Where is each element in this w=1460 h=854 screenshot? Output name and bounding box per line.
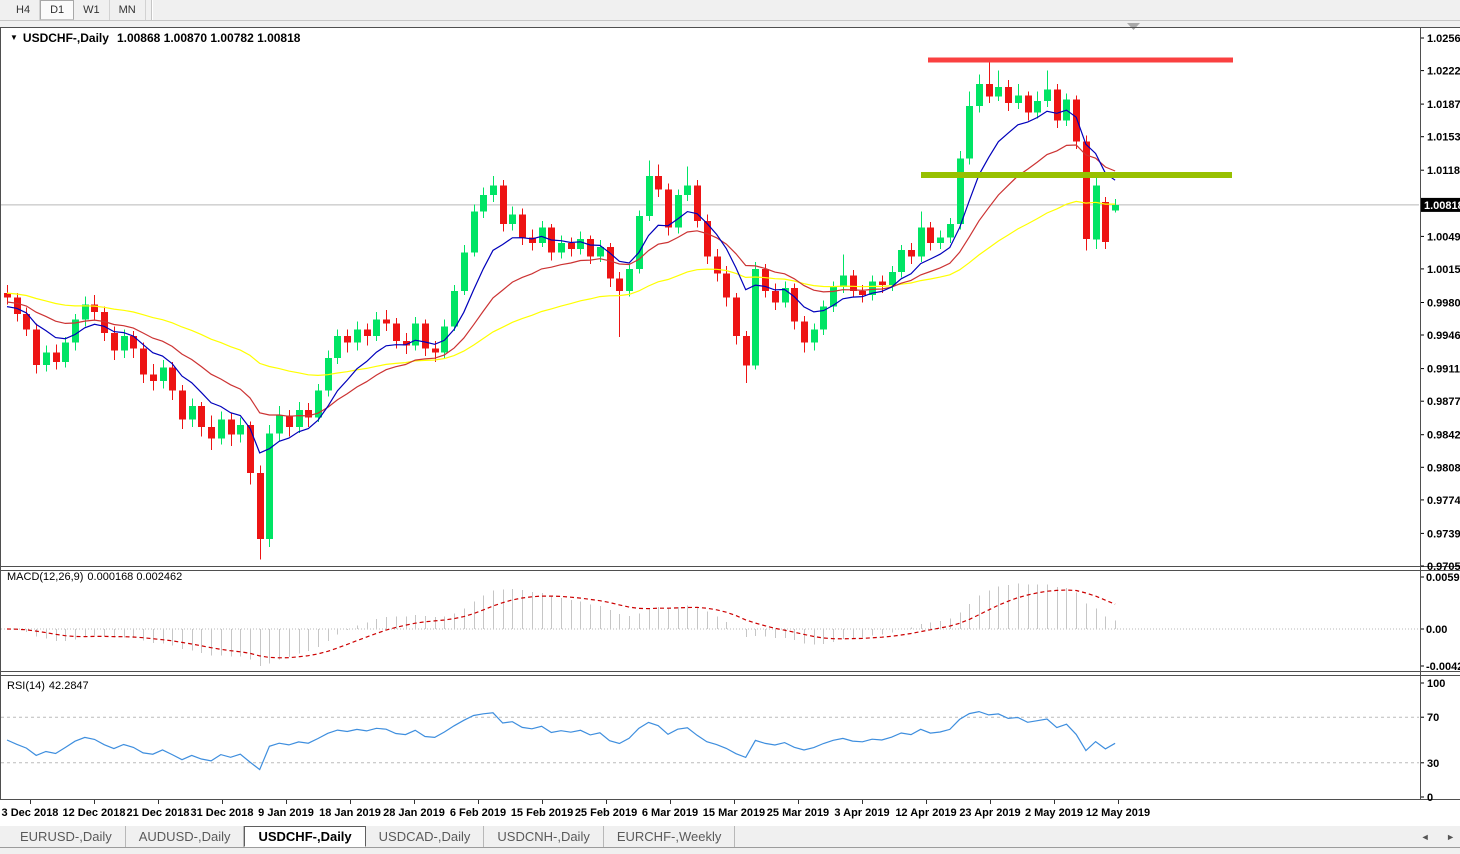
bottom-strip xyxy=(0,848,1460,854)
svg-text:6 Feb 2019: 6 Feb 2019 xyxy=(450,807,506,819)
tab-usdcad-daily[interactable]: USDCAD-,Daily xyxy=(366,826,485,847)
svg-text:1.01180: 1.01180 xyxy=(1427,165,1460,177)
svg-text:0.99800: 0.99800 xyxy=(1427,298,1460,310)
trading-app-window: H4D1W1MN 1.025601.022201.018701.015301.0… xyxy=(0,0,1460,854)
svg-text:1.00150: 1.00150 xyxy=(1427,264,1460,276)
svg-text:12 Dec 2018: 12 Dec 2018 xyxy=(63,807,126,819)
svg-text:12 Apr 2019: 12 Apr 2019 xyxy=(895,807,956,819)
svg-text:0: 0 xyxy=(1427,792,1433,804)
svg-text:23 Apr 2019: 23 Apr 2019 xyxy=(959,807,1020,819)
timeframe-button-h4[interactable]: H4 xyxy=(7,0,41,20)
toolbar-separator xyxy=(150,0,153,20)
chart-symbol-label: USDCHF-,Daily xyxy=(22,31,109,45)
svg-text:2 May 2019: 2 May 2019 xyxy=(1025,807,1083,819)
svg-text:0.97740: 0.97740 xyxy=(1427,495,1460,507)
macd-values: 0.000168 0.002462 xyxy=(87,571,183,583)
timeframe-button-w1[interactable]: W1 xyxy=(74,0,110,20)
chart-canvas[interactable]: 1.02560 1.02220 1.01870 1.01530 1.01180 1.004… xyxy=(0,22,1460,826)
tab-scroll-left-icon[interactable]: ◄ xyxy=(1421,832,1430,842)
timeframe-buttons: H4 D1 W1 MN xyxy=(7,0,146,20)
svg-text:1.01870: 1.01870 xyxy=(1427,99,1460,111)
svg-text:0.98420: 0.98420 xyxy=(1427,430,1460,442)
resistance-line[interactable] xyxy=(928,57,1233,63)
svg-text:6 Mar 2019: 6 Mar 2019 xyxy=(642,807,698,819)
svg-text:3 Dec 2018: 3 Dec 2018 xyxy=(2,807,59,819)
svg-text:0.97390: 0.97390 xyxy=(1427,528,1460,540)
rsi-name: RSI(14) xyxy=(7,680,45,692)
svg-text:31 Dec 2018: 31 Dec 2018 xyxy=(191,807,254,819)
svg-text:1.00818: 1.00818 xyxy=(1424,200,1460,212)
svg-text:0.99110: 0.99110 xyxy=(1427,364,1460,376)
svg-text:0.98770: 0.98770 xyxy=(1427,396,1460,408)
rsi-value: 42.2847 xyxy=(48,680,89,692)
macd-name: MACD(12,26,9) xyxy=(7,571,84,583)
svg-text:12 May 2019: 12 May 2019 xyxy=(1086,807,1150,819)
svg-text:-0.004243: -0.004243 xyxy=(1426,661,1460,673)
svg-text:25 Mar 2019: 25 Mar 2019 xyxy=(767,807,829,819)
tab-audusd-daily[interactable]: AUDUSD-,Daily xyxy=(126,826,245,847)
chart-collapse-icon[interactable]: ▼ xyxy=(10,33,18,42)
svg-text:1.02560: 1.02560 xyxy=(1427,33,1460,45)
rsi-indicator-label: RSI(14) 42.2847 xyxy=(7,680,93,692)
svg-text:0.00597: 0.00597 xyxy=(1426,572,1460,584)
svg-text:1.02220: 1.02220 xyxy=(1427,66,1460,78)
svg-text:3 Apr 2019: 3 Apr 2019 xyxy=(834,807,889,819)
chart-tabbar: EURUSD-,Daily AUDUSD-,Daily USDCHF-,Daily U… xyxy=(0,826,1460,848)
svg-text:15 Feb 2019: 15 Feb 2019 xyxy=(511,807,573,819)
tab-scroll-right-icon[interactable]: ► xyxy=(1446,832,1455,842)
chart-tabs: EURUSD-,Daily AUDUSD-,Daily USDCHF-,Daily U… xyxy=(7,826,736,847)
svg-text:30: 30 xyxy=(1427,758,1439,770)
svg-text:1.00490: 1.00490 xyxy=(1427,231,1460,243)
chart-ohlc-values: 1.00868 1.00870 1.00782 1.00818 xyxy=(116,31,301,45)
svg-text:100: 100 xyxy=(1427,678,1445,690)
svg-text:15 Mar 2019: 15 Mar 2019 xyxy=(703,807,765,819)
svg-text:21 Dec 2018: 21 Dec 2018 xyxy=(127,807,190,819)
svg-text:9 Jan 2019: 9 Jan 2019 xyxy=(258,807,314,819)
svg-text:18 Jan 2019: 18 Jan 2019 xyxy=(319,807,381,819)
svg-text:1.01530: 1.01530 xyxy=(1427,132,1460,144)
chart-title: ▼ USDCHF-,Daily 1.00868 1.00870 1.00782 1.… xyxy=(10,31,300,45)
svg-text:0.00: 0.00 xyxy=(1426,624,1447,636)
timeframe-button-mn[interactable]: MN xyxy=(110,0,146,20)
tab-scroll-controls: ◄ ► xyxy=(1407,832,1455,842)
svg-text:0.98080: 0.98080 xyxy=(1427,462,1460,474)
support-line[interactable] xyxy=(921,172,1232,178)
tab-eurusd-daily[interactable]: EURUSD-,Daily xyxy=(7,826,126,847)
tab-eurchf-weekly[interactable]: EURCHF-,Weekly xyxy=(604,826,736,847)
timeframe-button-d1[interactable]: D1 xyxy=(40,0,75,20)
svg-text:28 Jan 2019: 28 Jan 2019 xyxy=(383,807,445,819)
svg-text:25 Feb 2019: 25 Feb 2019 xyxy=(575,807,637,819)
current-price-badge: 1.00818 xyxy=(1421,197,1460,212)
tab-usdchf-daily[interactable]: USDCHF-,Daily xyxy=(244,826,366,847)
macd-indicator-label: MACD(12,26,9) 0.000168 0.002462 xyxy=(7,571,186,583)
tab-usdcnh-daily[interactable]: USDCNH-,Daily xyxy=(484,826,604,847)
timeframe-toolbar: H4 D1 W1 MN xyxy=(0,0,1460,21)
svg-text:70: 70 xyxy=(1427,712,1439,724)
svg-text:0.99460: 0.99460 xyxy=(1427,330,1460,342)
